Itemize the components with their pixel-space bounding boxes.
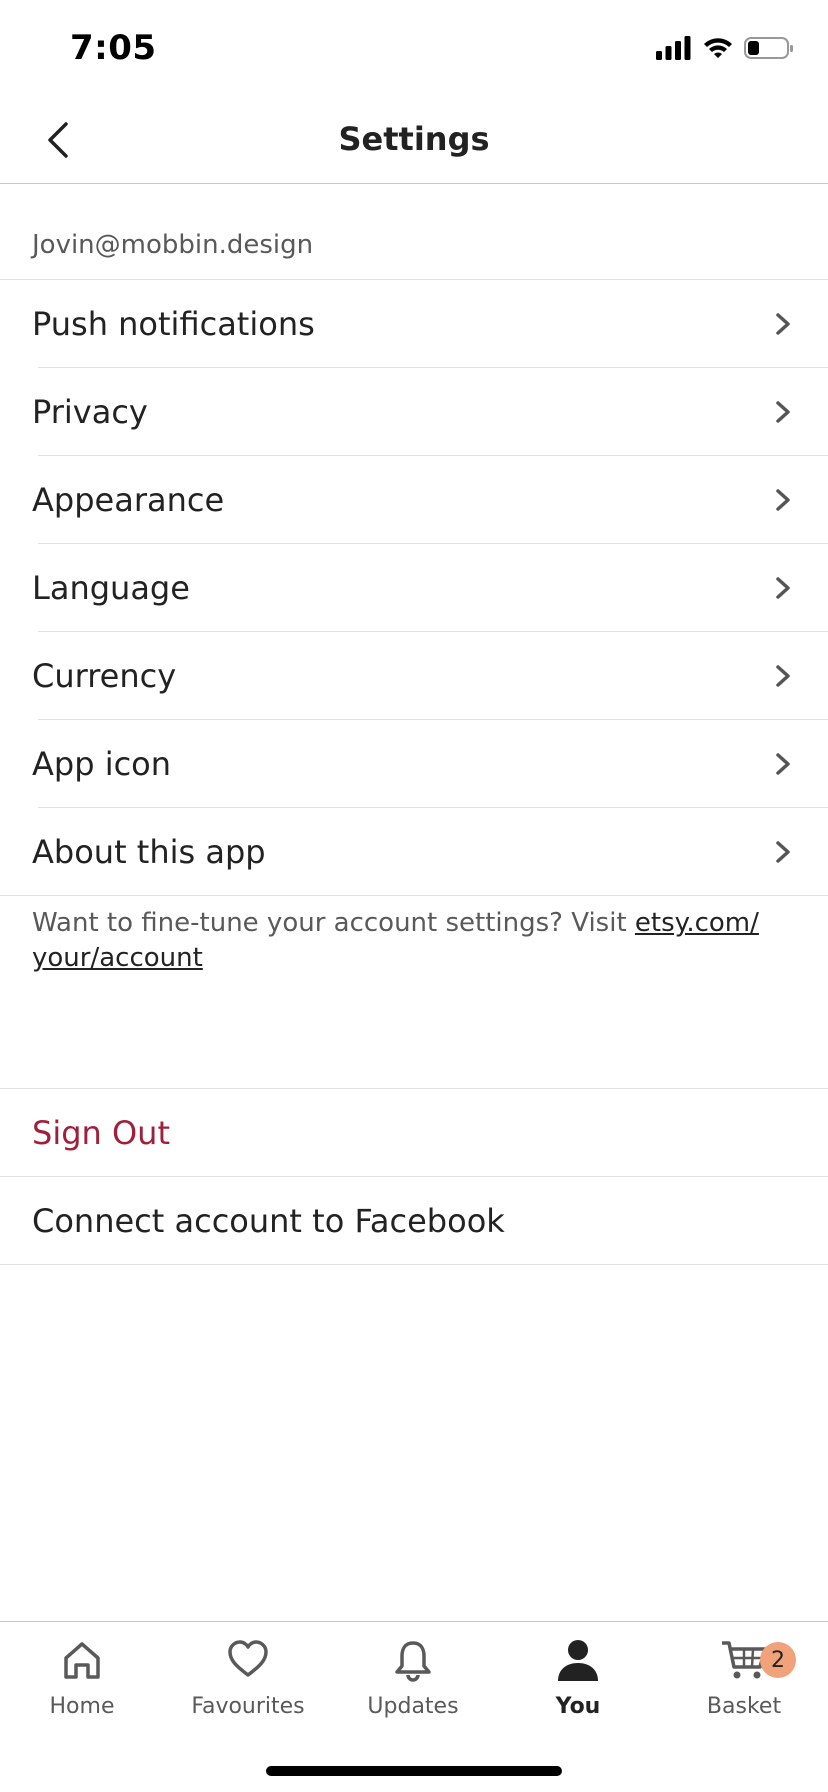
account-settings-hint: Want to fine-tune your account settings?… — [32, 906, 792, 976]
tab-label: You — [555, 1694, 601, 1719]
bell-icon — [389, 1636, 437, 1684]
tab-label: Basket — [706, 1694, 782, 1719]
tab-home[interactable]: Home — [2, 1636, 162, 1736]
page-title: Settings — [338, 120, 490, 158]
basket-count-badge: 2 — [760, 1642, 796, 1678]
chevron-right-icon — [768, 573, 798, 603]
home-icon — [58, 1636, 106, 1684]
chevron-right-icon — [768, 661, 798, 691]
status-time: 7:05 — [70, 28, 157, 68]
battery-icon — [744, 36, 794, 64]
settings-item-label: Appearance — [32, 481, 225, 519]
home-indicator — [266, 1766, 562, 1776]
settings-item-about-this-app[interactable]: About this app — [0, 808, 828, 896]
hint-text: Want to fine-tune your account settings?… — [32, 908, 635, 938]
tab-label: Favourites — [191, 1694, 305, 1719]
settings-item-currency[interactable]: Currency — [0, 632, 828, 720]
chevron-right-icon — [768, 749, 798, 779]
tab-basket[interactable]: 2 Basket — [664, 1636, 824, 1736]
cellular-signal-icon — [656, 36, 692, 64]
settings-item-privacy[interactable]: Privacy — [0, 368, 828, 456]
settings-item-label: Push notifications — [32, 305, 315, 343]
chevron-right-icon — [768, 485, 798, 515]
tab-label: Home — [49, 1694, 115, 1719]
tab-updates[interactable]: Updates — [333, 1636, 493, 1736]
settings-item-label: Language — [32, 569, 190, 607]
divider — [0, 895, 828, 896]
settings-item-label: App icon — [32, 745, 172, 783]
heart-icon — [224, 1636, 272, 1684]
settings-item-app-icon[interactable]: App icon — [0, 720, 828, 808]
status-icons — [656, 36, 794, 64]
navigation-bar: Settings — [0, 100, 828, 184]
account-actions: Sign Out Connect account to Facebook — [0, 1088, 828, 1265]
status-bar: 7:05 — [0, 0, 828, 100]
settings-list: Push notifications Privacy Appearance La… — [0, 279, 828, 896]
chevron-right-icon — [768, 837, 798, 867]
settings-item-language[interactable]: Language — [0, 544, 828, 632]
connect-facebook-button[interactable]: Connect account to Facebook — [0, 1177, 828, 1265]
tab-favourites[interactable]: Favourites — [168, 1636, 328, 1736]
chevron-right-icon — [768, 397, 798, 427]
tab-you[interactable]: You — [498, 1636, 658, 1736]
settings-item-push-notifications[interactable]: Push notifications — [0, 280, 828, 368]
wifi-icon — [702, 36, 734, 64]
settings-item-appearance[interactable]: Appearance — [0, 456, 828, 544]
settings-item-label: Privacy — [32, 393, 148, 431]
tab-label: Updates — [367, 1694, 459, 1719]
settings-item-label: Currency — [32, 657, 177, 695]
chevron-right-icon — [768, 309, 798, 339]
settings-item-label: About this app — [32, 833, 266, 871]
sign-out-button[interactable]: Sign Out — [0, 1089, 828, 1177]
account-email: Jovin@mobbin.design — [32, 230, 314, 260]
person-icon — [554, 1636, 602, 1684]
